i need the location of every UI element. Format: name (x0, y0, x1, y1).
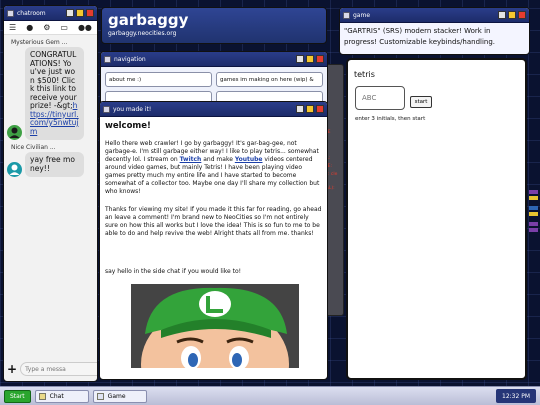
chat-messages[interactable]: Mysterious Gem ... CONGRATULATIONS! You'… (4, 36, 97, 359)
taskbar-item-label: Game (107, 392, 126, 400)
game-window: game "GARTRIS" (SRS) modern stacker! Wor… (339, 7, 530, 55)
minimize-button[interactable] (296, 55, 304, 63)
maximize-button[interactable] (306, 105, 314, 113)
close-button[interactable] (518, 11, 526, 19)
message-author: Mysterious Gem ... (11, 39, 68, 46)
game-window-title: game (353, 11, 371, 19)
navigation-window: navigation about me :) games im making o… (100, 51, 328, 106)
chat-invite-paragraph: say hello in the side chat if you would … (105, 268, 242, 275)
attach-plus-icon[interactable]: + (7, 362, 17, 376)
taskbar: Start Chat Game 12:32 PM (0, 386, 540, 405)
chat-window-icon (7, 9, 14, 17)
message-bubble: CONGRATULATIONS! You've just won $500! C… (25, 47, 84, 140)
message-text: CONGRATULATIONS! You've just won $500! C… (30, 50, 77, 110)
site-title: garbaggy (108, 11, 189, 29)
maximize-button[interactable] (508, 11, 516, 19)
initials-input[interactable] (355, 86, 405, 110)
luigi-image (131, 284, 299, 368)
decorative-bars (529, 190, 538, 234)
users-icon[interactable]: ●● (78, 23, 92, 32)
minimize-button[interactable] (498, 11, 506, 19)
intro-paragraph: Hello there web crawler! I go by garbagg… (105, 140, 322, 196)
nav-link-games[interactable]: games im making on here (wip) & (216, 72, 323, 87)
tetris-title: tetris (354, 70, 375, 79)
start-button[interactable]: Start (4, 389, 31, 403)
thanks-paragraph: Thanks for viewing my site! If you made … (105, 206, 322, 237)
chat-message: Mysterious Gem ... CONGRATULATIONS! You'… (7, 39, 94, 140)
taskbar-item-game[interactable]: Game (92, 389, 147, 403)
tetris-panel: tetris start enter 3 initials, then star… (346, 58, 527, 380)
initials-hint: enter 3 initials, then start (355, 116, 426, 122)
site-url: garbaggy.neocities.org (108, 30, 177, 37)
chat-window: chatroom ☰ ● ⚙ ▭ ●● Mysterious Gem ... C… (3, 5, 98, 382)
taskbar-clock: 12:32 PM (496, 389, 536, 403)
user-icon[interactable]: ● (26, 23, 33, 32)
chat-window-title: chatroom (17, 9, 46, 17)
settings-icon[interactable]: ⚙ (43, 23, 50, 32)
taskbar-item-chat[interactable]: Chat (34, 389, 89, 403)
message-author: Nice Civilian ... (11, 144, 56, 151)
welcome-window: you made it! welcome! Hello there web cr… (99, 101, 328, 380)
chat-toolbar: ☰ ● ⚙ ▭ ●● (4, 21, 97, 35)
chat-input-bar: + ◀ (7, 361, 97, 377)
site-header: garbaggy garbaggy.neocities.org (101, 7, 327, 44)
minimize-button[interactable] (296, 105, 304, 113)
game-task-icon (96, 392, 104, 400)
menu-icon[interactable]: ☰ (9, 23, 16, 32)
nav-link-about[interactable]: about me :) (105, 72, 212, 87)
close-button[interactable] (316, 105, 324, 113)
navigation-window-title: navigation (114, 55, 146, 63)
game-description: "GARTRIS" (SRS) modern stacker! Work in … (344, 27, 496, 46)
welcome-titlebar[interactable]: you made it! (100, 102, 327, 117)
chat-message: Nice Civilian ... yay free money!! (7, 144, 94, 177)
chat-task-icon (38, 392, 46, 400)
start-button[interactable]: start (410, 96, 432, 108)
message-bubble: yay free money!! (25, 152, 84, 177)
maximize-button[interactable] (306, 55, 314, 63)
welcome-content[interactable]: welcome! Hello there web crawler! I go b… (100, 117, 327, 379)
welcome-window-title: you made it! (113, 105, 152, 113)
intro-text: and make (201, 156, 235, 163)
youtube-link[interactable]: Youtube (235, 156, 263, 163)
navigation-titlebar[interactable]: navigation (101, 52, 327, 67)
avatar (7, 125, 22, 140)
chat-message-input[interactable] (20, 362, 97, 376)
chat-bubble-icon[interactable]: ▭ (60, 23, 68, 32)
taskbar-item-label: Chat (49, 392, 64, 400)
welcome-heading: welcome! (105, 121, 151, 131)
minimize-button[interactable] (66, 9, 74, 17)
game-window-icon (343, 11, 350, 19)
welcome-window-icon (103, 105, 110, 113)
twitch-link[interactable]: Twitch (180, 156, 202, 163)
game-titlebar[interactable]: game (340, 8, 529, 23)
chat-titlebar[interactable]: chatroom (4, 6, 97, 21)
navigation-window-icon (104, 55, 111, 63)
close-button[interactable] (86, 9, 94, 17)
maximize-button[interactable] (76, 9, 84, 17)
close-button[interactable] (316, 55, 324, 63)
avatar (7, 162, 22, 177)
